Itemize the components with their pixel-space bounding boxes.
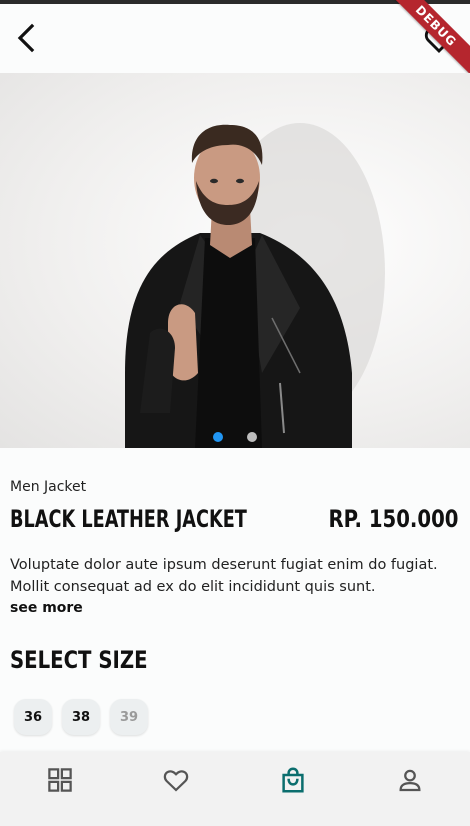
app-bar — [0, 4, 470, 73]
product-description: Voluptate dolor aute ipsum deserunt fugi… — [10, 557, 438, 595]
nav-cart[interactable] — [278, 765, 308, 795]
shopping-bag-icon — [282, 767, 304, 793]
size-option-39[interactable]: 39 — [110, 699, 148, 735]
size-option-38[interactable]: 38 — [62, 699, 100, 735]
back-button[interactable] — [10, 20, 46, 56]
heart-outline-icon — [424, 27, 454, 54]
grid-icon — [48, 768, 72, 792]
heart-icon — [163, 770, 189, 792]
select-size-heading: SELECT SIZE — [10, 646, 148, 674]
product-photo — [125, 123, 385, 448]
pager-dot[interactable] — [246, 432, 257, 442]
favorite-button[interactable] — [422, 22, 456, 56]
product-category: Men Jacket — [10, 479, 87, 495]
product-name: BLACK LEATHER JACKET — [10, 505, 247, 533]
product-image[interactable] — [0, 73, 470, 448]
see-more-link[interactable]: see more — [10, 600, 83, 616]
chevron-left-icon — [17, 23, 35, 53]
size-selector: 36 38 39 — [14, 699, 148, 735]
nav-home[interactable] — [45, 765, 75, 795]
nav-favorites[interactable] — [161, 765, 191, 795]
nav-profile[interactable] — [395, 765, 425, 795]
user-icon — [399, 769, 421, 792]
gallery-pager — [0, 427, 470, 442]
size-option-36[interactable]: 36 — [14, 699, 52, 735]
bottom-navigation — [0, 752, 470, 826]
product-price: RP. 150.000 — [328, 505, 458, 533]
